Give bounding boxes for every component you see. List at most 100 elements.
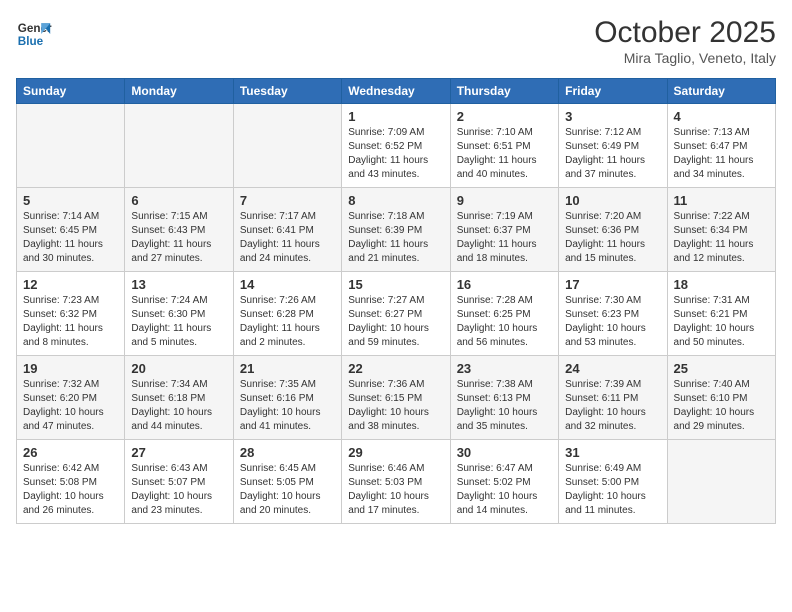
day-number: 19 <box>23 361 118 376</box>
logo-icon: General Blue <box>16 16 52 52</box>
day-header-sunday: Sunday <box>17 79 125 104</box>
calendar-cell: 3 Sunrise: 7:12 AMSunset: 6:49 PMDaylight… <box>559 104 667 188</box>
calendar-cell: 1 Sunrise: 7:09 AMSunset: 6:52 PMDaylight… <box>342 104 450 188</box>
day-number: 5 <box>23 193 118 208</box>
title-block: October 2025 Mira Taglio, Veneto, Italy <box>594 16 776 66</box>
day-info: Sunrise: 7:26 AMSunset: 6:28 PMDaylight:… <box>240 294 335 350</box>
day-number: 15 <box>348 277 443 292</box>
day-info: Sunrise: 7:30 AMSunset: 6:23 PMDaylight:… <box>565 294 660 350</box>
calendar-week-3: 12 Sunrise: 7:23 AMSunset: 6:32 PMDayligh… <box>17 272 776 356</box>
calendar-week-1: 1 Sunrise: 7:09 AMSunset: 6:52 PMDaylight… <box>17 104 776 188</box>
day-info: Sunrise: 7:23 AMSunset: 6:32 PMDaylight:… <box>23 294 118 350</box>
month-title: October 2025 <box>594 16 776 50</box>
day-number: 16 <box>457 277 552 292</box>
day-number: 6 <box>131 193 226 208</box>
day-info: Sunrise: 6:42 AMSunset: 5:08 PMDaylight:… <box>23 462 118 518</box>
calendar-week-5: 26Sunrise: 6:42 AMSunset: 5:08 PMDayligh… <box>17 440 776 524</box>
calendar-cell: 4 Sunrise: 7:13 AMSunset: 6:47 PMDaylight… <box>667 104 775 188</box>
day-info: Sunrise: 7:19 AMSunset: 6:37 PMDaylight:… <box>457 210 552 266</box>
calendar-week-2: 5Sunrise: 7:14 AMSunset: 6:45 PMDaylight… <box>17 188 776 272</box>
calendar-cell: 27 Sunrise: 6:43 AMSunset: 5:07 PMDayligh… <box>125 440 233 524</box>
day-number: 27 <box>131 445 226 460</box>
calendar-cell: 22Sunrise: 7:36 AMSunset: 6:15 PMDayligh… <box>342 356 450 440</box>
svg-text:Blue: Blue <box>18 35 44 48</box>
day-header-thursday: Thursday <box>450 79 558 104</box>
calendar-cell: 28 Sunrise: 6:45 AMSunset: 5:05 PMDayligh… <box>233 440 341 524</box>
day-header-wednesday: Wednesday <box>342 79 450 104</box>
calendar-cell: 30Sunrise: 6:47 AMSunset: 5:02 PMDayligh… <box>450 440 558 524</box>
day-number: 18 <box>674 277 769 292</box>
day-info: Sunrise: 7:34 AMSunset: 6:18 PMDaylight:… <box>131 378 226 434</box>
day-number: 28 <box>240 445 335 460</box>
day-number: 17 <box>565 277 660 292</box>
day-header-saturday: Saturday <box>667 79 775 104</box>
day-info: Sunrise: 7:22 AMSunset: 6:34 PMDaylight:… <box>674 210 769 266</box>
day-info: Sunrise: 7:18 AMSunset: 6:39 PMDaylight:… <box>348 210 443 266</box>
day-number: 11 <box>674 193 769 208</box>
day-header-friday: Friday <box>559 79 667 104</box>
day-info: Sunrise: 7:39 AMSunset: 6:11 PMDaylight:… <box>565 378 660 434</box>
day-info: Sunrise: 6:46 AMSunset: 5:03 PMDaylight:… <box>348 462 443 518</box>
calendar-cell: 11 Sunrise: 7:22 AMSunset: 6:34 PMDayligh… <box>667 188 775 272</box>
day-number: 29 <box>348 445 443 460</box>
day-info: Sunrise: 6:45 AMSunset: 5:05 PMDaylight:… <box>240 462 335 518</box>
calendar-header-row: SundayMondayTuesdayWednesdayThursdayFrid… <box>17 79 776 104</box>
day-info: Sunrise: 7:35 AMSunset: 6:16 PMDaylight:… <box>240 378 335 434</box>
day-number: 9 <box>457 193 552 208</box>
logo: General Blue <box>16 16 52 52</box>
day-info: Sunrise: 7:31 AMSunset: 6:21 PMDaylight:… <box>674 294 769 350</box>
day-info: Sunrise: 7:24 AMSunset: 6:30 PMDaylight:… <box>131 294 226 350</box>
calendar-cell: 21 Sunrise: 7:35 AMSunset: 6:16 PMDayligh… <box>233 356 341 440</box>
day-number: 25 <box>674 361 769 376</box>
calendar-cell <box>17 104 125 188</box>
calendar-cell: 7Sunrise: 7:17 AMSunset: 6:41 PMDaylight… <box>233 188 341 272</box>
day-number: 13 <box>131 277 226 292</box>
day-header-tuesday: Tuesday <box>233 79 341 104</box>
day-number: 4 <box>674 109 769 124</box>
calendar-cell: 24 Sunrise: 7:39 AMSunset: 6:11 PMDayligh… <box>559 356 667 440</box>
calendar-cell: 17 Sunrise: 7:30 AMSunset: 6:23 PMDayligh… <box>559 272 667 356</box>
calendar-cell: 18 Sunrise: 7:31 AMSunset: 6:21 PMDayligh… <box>667 272 775 356</box>
day-header-monday: Monday <box>125 79 233 104</box>
location: Mira Taglio, Veneto, Italy <box>594 50 776 66</box>
day-number: 21 <box>240 361 335 376</box>
calendar-week-4: 19 Sunrise: 7:32 AMSunset: 6:20 PMDayligh… <box>17 356 776 440</box>
calendar-cell: 31 Sunrise: 6:49 AMSunset: 5:00 PMDayligh… <box>559 440 667 524</box>
page-header: General Blue October 2025 Mira Taglio, V… <box>16 16 776 66</box>
day-info: Sunrise: 7:32 AMSunset: 6:20 PMDaylight:… <box>23 378 118 434</box>
day-info: Sunrise: 7:10 AMSunset: 6:51 PMDaylight:… <box>457 126 552 182</box>
day-info: Sunrise: 7:38 AMSunset: 6:13 PMDaylight:… <box>457 378 552 434</box>
day-info: Sunrise: 6:43 AMSunset: 5:07 PMDaylight:… <box>131 462 226 518</box>
day-number: 24 <box>565 361 660 376</box>
calendar-cell: 25 Sunrise: 7:40 AMSunset: 6:10 PMDayligh… <box>667 356 775 440</box>
day-info: Sunrise: 7:36 AMSunset: 6:15 PMDaylight:… <box>348 378 443 434</box>
calendar-cell: 13 Sunrise: 7:24 AMSunset: 6:30 PMDayligh… <box>125 272 233 356</box>
calendar-cell: 12 Sunrise: 7:23 AMSunset: 6:32 PMDayligh… <box>17 272 125 356</box>
calendar-cell: 29 Sunrise: 6:46 AMSunset: 5:03 PMDayligh… <box>342 440 450 524</box>
day-info: Sunrise: 7:40 AMSunset: 6:10 PMDaylight:… <box>674 378 769 434</box>
calendar-cell: 9 Sunrise: 7:19 AMSunset: 6:37 PMDaylight… <box>450 188 558 272</box>
day-info: Sunrise: 7:27 AMSunset: 6:27 PMDaylight:… <box>348 294 443 350</box>
day-number: 31 <box>565 445 660 460</box>
calendar-cell: 19 Sunrise: 7:32 AMSunset: 6:20 PMDayligh… <box>17 356 125 440</box>
day-number: 14 <box>240 277 335 292</box>
day-info: Sunrise: 7:20 AMSunset: 6:36 PMDaylight:… <box>565 210 660 266</box>
day-number: 10 <box>565 193 660 208</box>
calendar-cell: 23 Sunrise: 7:38 AMSunset: 6:13 PMDayligh… <box>450 356 558 440</box>
calendar-cell: 14 Sunrise: 7:26 AMSunset: 6:28 PMDayligh… <box>233 272 341 356</box>
day-number: 12 <box>23 277 118 292</box>
day-info: Sunrise: 7:09 AMSunset: 6:52 PMDaylight:… <box>348 126 443 182</box>
day-number: 1 <box>348 109 443 124</box>
day-number: 20 <box>131 361 226 376</box>
calendar-cell: 16Sunrise: 7:28 AMSunset: 6:25 PMDayligh… <box>450 272 558 356</box>
calendar-cell: 6Sunrise: 7:15 AMSunset: 6:43 PMDaylight… <box>125 188 233 272</box>
calendar-cell: 5Sunrise: 7:14 AMSunset: 6:45 PMDaylight… <box>17 188 125 272</box>
day-number: 3 <box>565 109 660 124</box>
day-number: 23 <box>457 361 552 376</box>
day-info: Sunrise: 6:49 AMSunset: 5:00 PMDaylight:… <box>565 462 660 518</box>
day-info: Sunrise: 7:13 AMSunset: 6:47 PMDaylight:… <box>674 126 769 182</box>
day-info: Sunrise: 7:12 AMSunset: 6:49 PMDaylight:… <box>565 126 660 182</box>
calendar-cell: 26Sunrise: 6:42 AMSunset: 5:08 PMDayligh… <box>17 440 125 524</box>
day-info: Sunrise: 7:17 AMSunset: 6:41 PMDaylight:… <box>240 210 335 266</box>
day-number: 8 <box>348 193 443 208</box>
